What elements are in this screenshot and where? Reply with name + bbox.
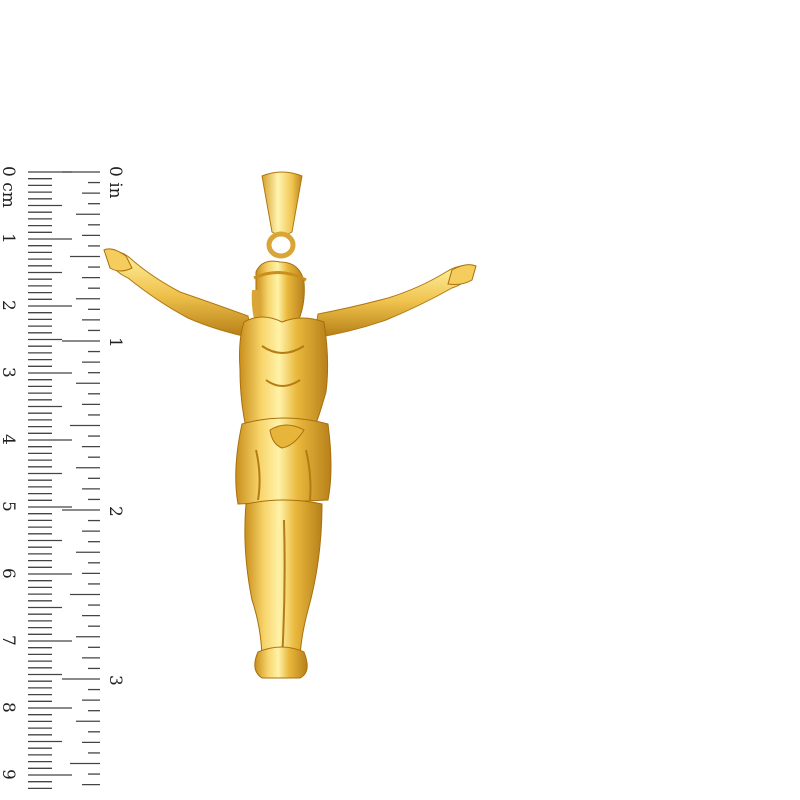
right-hand	[447, 264, 477, 285]
product-image: 0 cm 0 in 1 2 3 4 5 6 7 8 9 1 2 3	[0, 0, 800, 800]
left-hand	[103, 248, 133, 272]
pendant-bail	[261, 171, 303, 236]
crucifix-pendant	[103, 171, 477, 679]
jump-ring	[266, 231, 296, 259]
torso	[239, 316, 329, 429]
feet	[254, 646, 308, 679]
